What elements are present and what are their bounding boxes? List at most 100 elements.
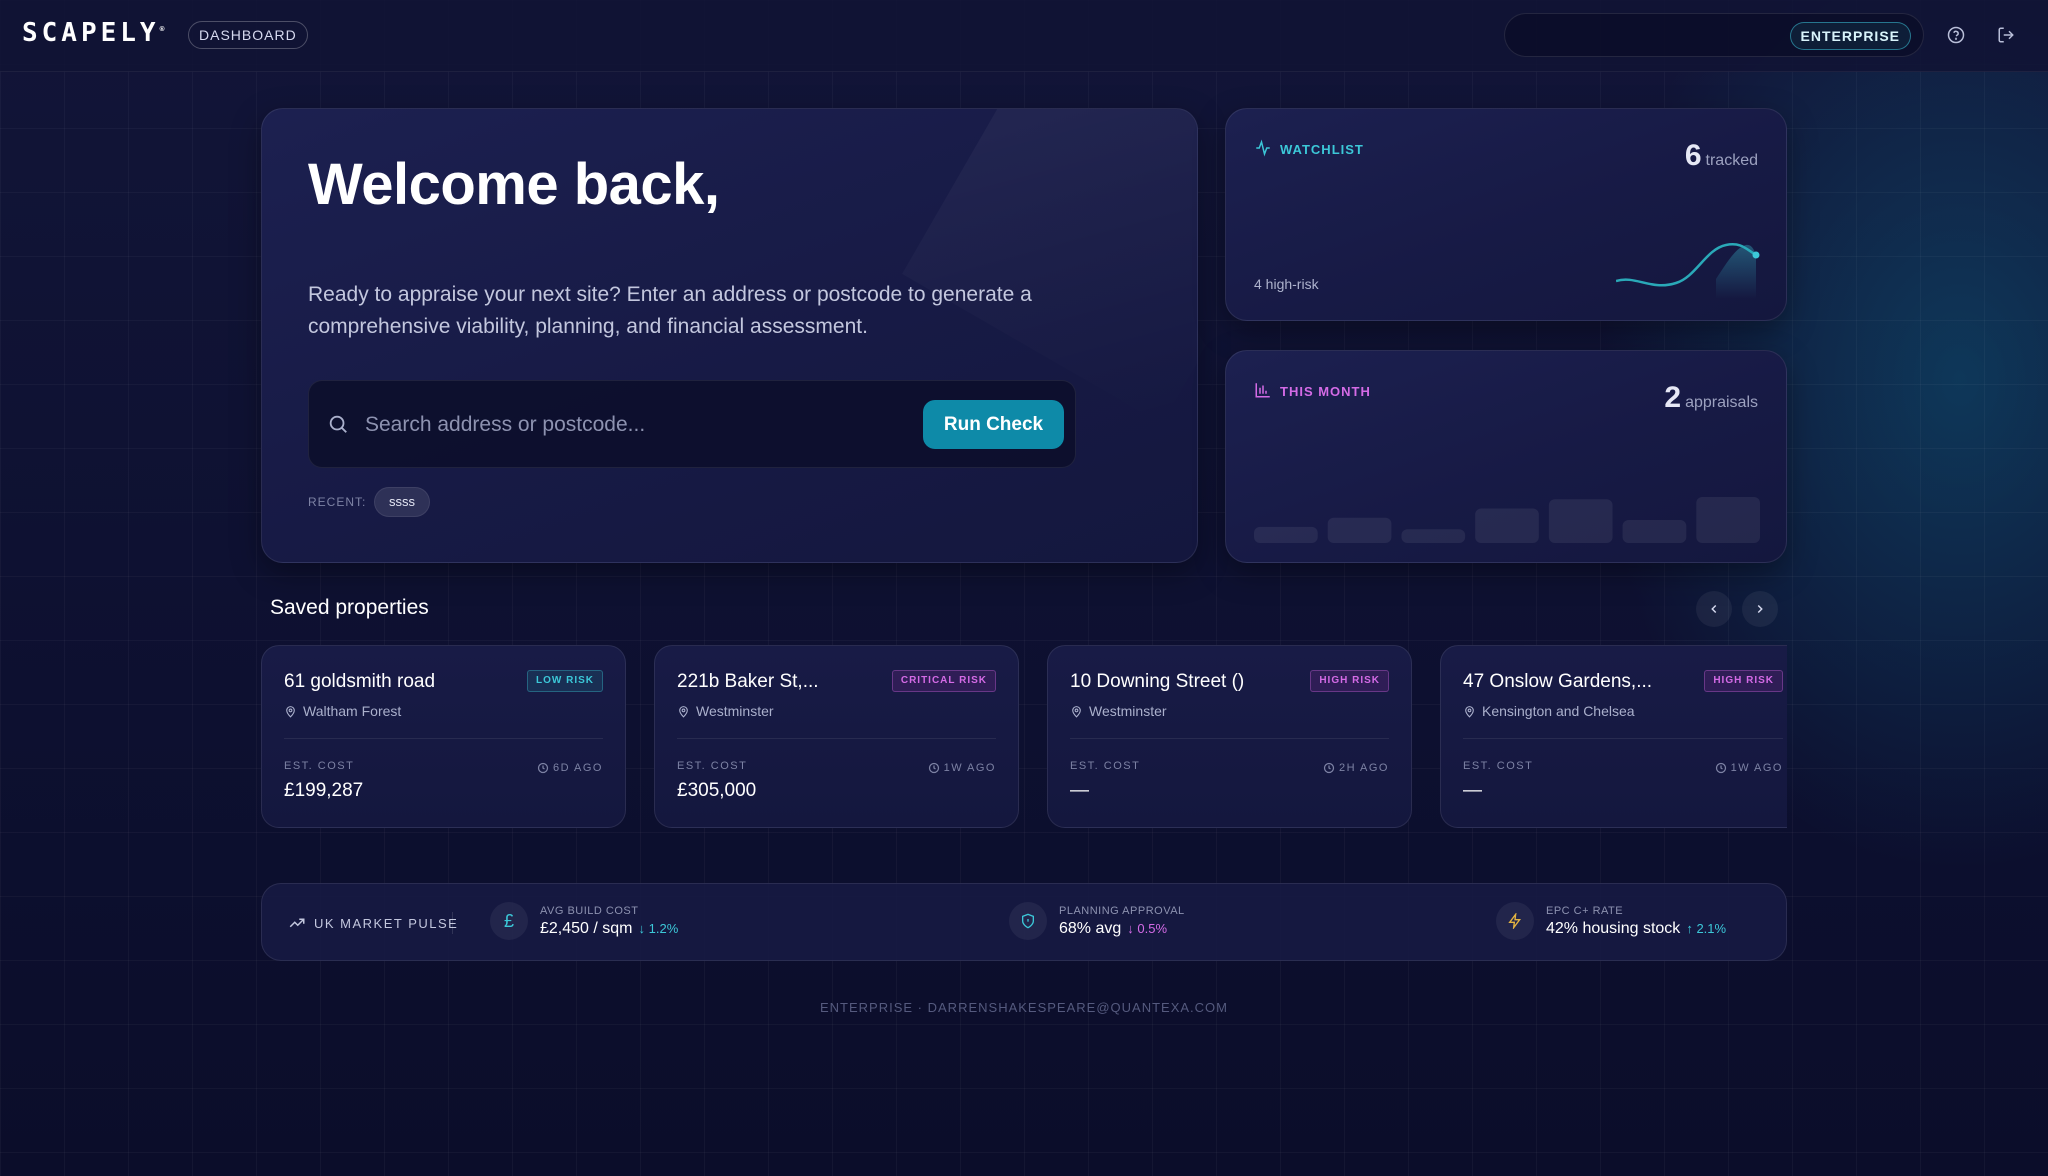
metric-build-cost: £ AVG BUILD COST £2,450 / sqm ↓ 1.2%: [490, 902, 678, 940]
month-bar: [1475, 508, 1539, 543]
property-name: 221b Baker St,...: [677, 671, 819, 692]
metric-delta-value: 1.2%: [648, 920, 679, 936]
map-pin-icon: [1465, 705, 1474, 718]
saved-time: 1W AGO: [1715, 762, 1783, 774]
saved-time-text: 1W AGO: [943, 762, 996, 774]
pulse-divider: [452, 912, 453, 934]
search-icon: [327, 413, 351, 437]
metric-value: £2,450 / sqm: [540, 919, 633, 937]
property-name: 61 goldsmith road: [284, 671, 436, 692]
risk-badge: LOW RISK: [527, 670, 603, 692]
watchlist-stat: 6 tracked: [1685, 139, 1758, 173]
breadcrumb[interactable]: DASHBOARD: [188, 21, 308, 49]
map-pin-icon: [1072, 705, 1081, 718]
card-divider: [677, 738, 996, 739]
property-card[interactable]: 10 Downing Street () HIGH RISK Westminst…: [1047, 645, 1412, 828]
property-location: Westminster: [677, 703, 774, 719]
logo[interactable]: SCAPELY®: [22, 18, 164, 48]
property-area: Kensington and Chelsea: [1482, 703, 1635, 719]
clock-icon: [928, 762, 939, 774]
property-location: Waltham Forest: [284, 703, 401, 719]
metric-delta: ↓ 1.2%: [638, 920, 679, 936]
month-bar: [1327, 517, 1392, 543]
saved-properties-title: Saved properties: [270, 596, 429, 619]
month-bar: [1696, 497, 1760, 543]
welcome-title: Welcome back,: [308, 152, 720, 217]
property-card[interactable]: 61 goldsmith road LOW RISK Waltham Fores…: [261, 645, 626, 828]
property-area: Westminster: [1089, 703, 1167, 719]
carousel-prev-button[interactable]: [1696, 591, 1732, 627]
metric-value-row: £2,450 / sqm ↓ 1.2%: [540, 920, 678, 938]
saved-time: 1W AGO: [928, 762, 996, 774]
metric-value-row: 42% housing stock ↑ 2.1%: [1546, 920, 1726, 938]
card-divider: [1070, 738, 1389, 739]
recent-search-chip[interactable]: ssss: [374, 487, 430, 517]
month-bar: [1548, 499, 1613, 543]
risk-badge: CRITICAL RISK: [891, 670, 996, 692]
metric-label: EPC C+ RATE: [1546, 904, 1624, 917]
shield-icon: [1009, 902, 1047, 940]
lightning-icon: [1496, 902, 1534, 940]
saved-time: 2H AGO: [1323, 762, 1389, 774]
month-bar: [1254, 526, 1318, 543]
market-pulse-title: UK MARKET PULSE: [288, 914, 458, 932]
recent-label: RECENT:: [308, 495, 367, 509]
trending-up-icon: [289, 918, 305, 928]
risk-badge: HIGH RISK: [1704, 670, 1783, 692]
address-search-input[interactable]: [365, 403, 885, 447]
est-cost-label: EST. COST: [284, 760, 355, 772]
metric-delta: ↑ 2.1%: [1686, 920, 1727, 936]
logo-mark: ®: [159, 24, 165, 34]
est-cost-value: —: [1070, 780, 1089, 801]
est-cost-label: EST. COST: [677, 760, 748, 772]
run-check-button[interactable]: Run Check: [923, 400, 1064, 449]
chevron-right-icon: [1757, 604, 1763, 614]
chevron-left-icon: [1711, 604, 1717, 614]
pound-icon: £: [490, 902, 528, 940]
property-card[interactable]: 47 Onslow Gardens,... HIGH RISK Kensingt…: [1440, 645, 1787, 828]
appraisal-count: 2: [1664, 381, 1682, 414]
this-month-card[interactable]: THIS MONTH 2 appraisals: [1225, 350, 1787, 563]
footer-text: ENTERPRISE · DARRENSHAKESPEARE@QUANTEXA.…: [820, 1000, 1228, 1015]
card-divider: [1463, 738, 1783, 739]
metric-delta-value: 0.5%: [1137, 920, 1168, 936]
metric-epc-rate: EPC C+ RATE 42% housing stock ↑ 2.1%: [1496, 902, 1726, 940]
welcome-card: Welcome back, Ready to appraise your nex…: [261, 108, 1198, 563]
watchlist-card[interactable]: WATCHLIST 6 tracked 4 high-risk: [1225, 108, 1787, 321]
plan-badge: ENTERPRISE: [1789, 22, 1911, 50]
watchlist-count: 6: [1684, 139, 1702, 172]
top-bar: SCAPELY® DASHBOARD ENTERPRISE: [0, 0, 2048, 72]
activity-icon: [1254, 139, 1272, 160]
clock-icon: [537, 762, 549, 774]
property-location: Westminster: [1070, 703, 1167, 719]
watchlist-label: WATCHLIST: [1254, 139, 1364, 160]
metric-label: AVG BUILD COST: [540, 904, 639, 917]
metric-delta: ↓ 0.5%: [1127, 920, 1168, 936]
saved-time: 6D AGO: [537, 762, 603, 774]
welcome-description: Ready to appraise your next site? Enter …: [308, 283, 1032, 338]
est-cost-label: EST. COST: [1463, 760, 1534, 772]
property-card[interactable]: 221b Baker St,... CRITICAL RISK Westmins…: [654, 645, 1019, 828]
metric-label: PLANNING APPROVAL: [1059, 904, 1185, 917]
metric-value: 68% avg: [1059, 919, 1122, 937]
metric-value-row: 68% avg ↓ 0.5%: [1059, 920, 1185, 938]
market-pulse-title-text: UK MARKET PULSE: [314, 915, 459, 931]
monthly-bar-chart: [1254, 497, 1760, 543]
this-month-label: THIS MONTH: [1254, 381, 1371, 402]
watchlist-subtext: 4 high-risk: [1254, 276, 1319, 292]
logout-icon[interactable]: [1993, 22, 2019, 48]
watchlist-sparkline: [1616, 243, 1760, 299]
est-cost-label: EST. COST: [1070, 760, 1141, 772]
saved-time-text: 1W AGO: [1730, 762, 1783, 774]
carousel-next-button[interactable]: [1742, 591, 1778, 627]
market-pulse-bar: UK MARKET PULSE £ AVG BUILD COST £2,450 …: [261, 883, 1787, 961]
property-location: Kensington and Chelsea: [1463, 703, 1635, 719]
help-icon[interactable]: [1943, 22, 1969, 48]
global-search-bar[interactable]: ENTERPRISE: [1504, 13, 1924, 57]
map-pin-icon: [286, 705, 295, 718]
watchlist-label-text: WATCHLIST: [1280, 142, 1364, 157]
property-area: Waltham Forest: [303, 703, 402, 719]
month-bar: [1622, 520, 1687, 543]
card-divider: [284, 738, 603, 739]
saved-time-text: 6D AGO: [553, 762, 603, 774]
